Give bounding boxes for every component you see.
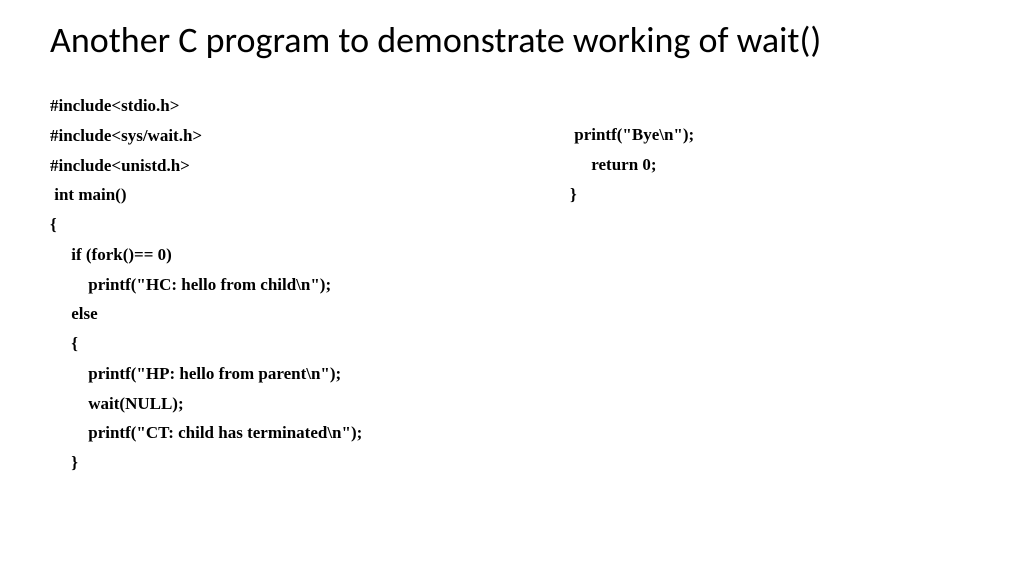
code-line: #include<unistd.h>	[50, 151, 530, 181]
code-line: {	[50, 329, 530, 359]
code-line: #include<sys/wait.h>	[50, 121, 530, 151]
code-line: {	[50, 210, 530, 240]
code-line: printf("HP: hello from parent\n");	[50, 359, 530, 389]
code-line: printf("CT: child has terminated\n");	[50, 418, 530, 448]
code-line: return 0;	[570, 150, 974, 180]
code-line: }	[570, 180, 974, 210]
content-columns: #include<stdio.h> #include<sys/wait.h> #…	[50, 91, 974, 478]
code-line: if (fork()== 0)	[50, 240, 530, 270]
code-line: printf("HC: hello from child\n");	[50, 270, 530, 300]
code-line: wait(NULL);	[50, 389, 530, 419]
code-line: else	[50, 299, 530, 329]
code-line: }	[50, 448, 530, 478]
code-line: printf("Bye\n");	[570, 120, 974, 150]
code-line: #include<stdio.h>	[50, 91, 530, 121]
left-code-column: #include<stdio.h> #include<sys/wait.h> #…	[50, 91, 530, 478]
slide-title: Another C program to demonstrate working…	[50, 18, 974, 63]
right-code-column: printf("Bye\n"); return 0; }	[570, 91, 974, 478]
code-line: int main()	[50, 180, 530, 210]
